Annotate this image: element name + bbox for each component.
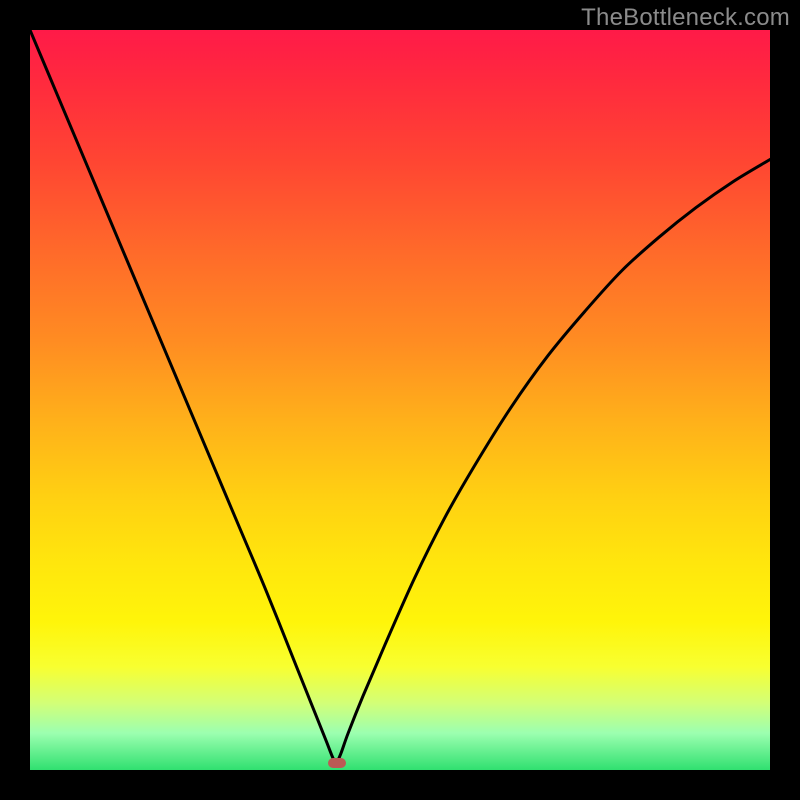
watermark-text: TheBottleneck.com <box>581 4 790 32</box>
minimum-marker <box>328 758 346 768</box>
plot-area <box>30 30 770 770</box>
bottleneck-curve <box>30 30 770 770</box>
chart-frame: TheBottleneck.com <box>0 0 800 800</box>
